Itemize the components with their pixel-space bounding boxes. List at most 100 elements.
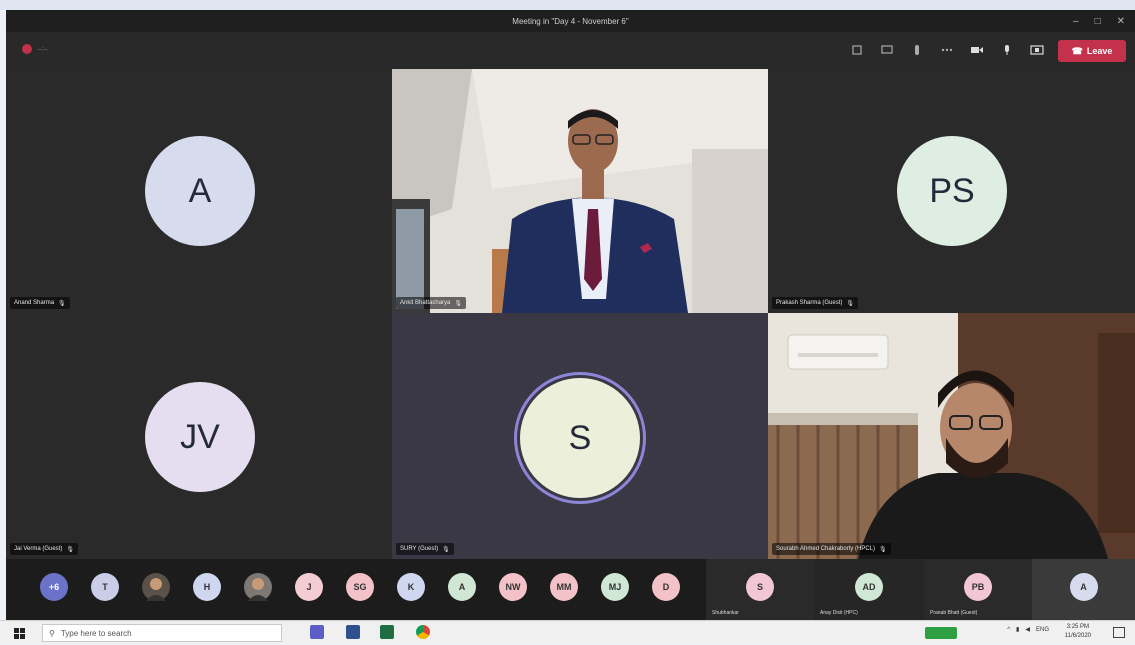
participant-tile[interactable]: A Anand Sharma 🎙: [6, 69, 392, 313]
chrome-app-icon[interactable]: [416, 625, 430, 639]
participant-photo-avatar[interactable]: [244, 573, 272, 601]
participant-avatar[interactable]: J: [295, 573, 323, 601]
title-bar: Meeting in "Day 4 - November 6" – □ ✕: [6, 10, 1135, 32]
participant-video-tile[interactable]: Sourabh Ahmed Chakraborty (HPCL) 🎙: [768, 313, 1135, 559]
participant-avatar[interactable]: A: [448, 573, 476, 601]
participant-avatar: S: [746, 573, 774, 601]
outlook-app-icon[interactable]: [346, 625, 360, 639]
top-margin: [0, 0, 1135, 10]
excel-app-icon[interactable]: [380, 625, 394, 639]
participant-name-label: Ankit Bhattacharya 🎙: [396, 297, 466, 309]
participant-avatar[interactable]: +6: [40, 573, 68, 601]
avatar-initials: S: [756, 582, 763, 592]
close-icon[interactable]: ✕: [1117, 16, 1125, 27]
windows-start-icon[interactable]: [14, 627, 26, 639]
participant-tile-speaking[interactable]: S SURY (Guest) 🎙: [392, 313, 768, 559]
system-tray: ^ ▮ ◀ ENG: [1007, 626, 1049, 634]
mic-icon: 🎙: [454, 300, 462, 307]
hang-up-icon: ☎: [1071, 45, 1083, 56]
camera-icon[interactable]: [969, 42, 985, 58]
avatar-initials: A: [1080, 582, 1087, 592]
participant-strip: +6 T H J SG K A NW MM MJ D S Shubhankar AD Anay Di…: [6, 559, 1135, 620]
participant-name-label: Prakash Sharma (Guest) 🎙: [772, 297, 858, 309]
window-title: Meeting in "Day 4 - November 6": [512, 16, 629, 26]
clock-date: 11/6/2020: [1064, 633, 1091, 639]
leave-button[interactable]: ☎ Leave: [1058, 40, 1126, 62]
avatar-initials: MM: [556, 582, 572, 592]
mic-icon: 🎙: [66, 546, 74, 553]
minimize-icon[interactable]: –: [1073, 16, 1079, 27]
participant-name-label: Sourabh Ahmed Chakraborty (HPCL) 🎙: [772, 543, 891, 555]
more-actions-icon[interactable]: [939, 42, 955, 58]
participant-name: Ankit Bhattacharya: [400, 300, 451, 306]
avatar-initials: S: [568, 418, 592, 457]
participant-cell[interactable]: AD Anay Dixit (HPC): [814, 559, 924, 620]
raise-hand-icon[interactable]: [909, 42, 925, 58]
participant-video: [768, 313, 1135, 559]
maximize-icon[interactable]: □: [1095, 16, 1101, 27]
network-icon[interactable]: ▮: [1016, 626, 1019, 633]
participant-tile[interactable]: JV Jai Verma (Guest) 🎙: [6, 313, 392, 559]
participant-avatar[interactable]: SG: [346, 573, 374, 601]
battery-badge: [925, 627, 957, 639]
taskbar-search-box[interactable]: ⚲ Type here to search: [42, 624, 282, 642]
teams-meeting-window: Meeting in "Day 4 - November 6" – □ ✕ –:…: [0, 0, 1135, 644]
participant-name: Jai Verma (Guest): [14, 546, 63, 552]
mic-icon: 🎙: [846, 300, 854, 307]
avatar-initials: K: [407, 582, 415, 592]
avatar-initials: T: [102, 582, 108, 592]
avatar-initials: A: [188, 171, 212, 210]
participant-name-label: Anand Sharma 🎙: [10, 297, 70, 309]
meeting-toolbar: –:– ☎ Leave: [6, 32, 1135, 69]
participant-name: SURY (Guest): [400, 546, 439, 552]
participant-name: Prakash Sharma (Guest): [776, 300, 843, 306]
windows-taskbar: ⚲ Type here to search ^ ▮ ◀ ENG 3:25 PM …: [0, 620, 1135, 644]
microphone-icon[interactable]: [999, 42, 1015, 58]
participant-avatar: AD: [855, 573, 883, 601]
participant-cell[interactable]: S Shubhankar: [706, 559, 814, 620]
participant-cell[interactable]: A: [1032, 559, 1135, 620]
participant-tile[interactable]: PS Prakash Sharma (Guest) 🎙: [768, 69, 1135, 313]
participant-avatar: JV: [145, 382, 255, 492]
participant-video: [392, 69, 768, 313]
participant-avatar[interactable]: MM: [550, 573, 578, 601]
participant-avatar[interactable]: K: [397, 573, 425, 601]
teams-app-icon[interactable]: [310, 625, 324, 639]
volume-icon[interactable]: ◀: [1025, 626, 1030, 633]
participant-avatar[interactable]: H: [193, 573, 221, 601]
participant-photo-avatar[interactable]: [142, 573, 170, 601]
leave-button-label: Leave: [1086, 46, 1113, 56]
participant-name: Shubhankar: [712, 610, 739, 616]
participant-avatar: PS: [897, 136, 1007, 246]
avatar-initials: SG: [353, 582, 367, 592]
avatar-initials: PS: [929, 171, 975, 210]
chat-icon[interactable]: [879, 42, 895, 58]
participants-icon[interactable]: [849, 42, 865, 58]
avatar-initials: J: [306, 582, 312, 592]
avatar-initials: AD: [862, 582, 876, 592]
participant-avatar[interactable]: T: [91, 573, 119, 601]
participant-avatar[interactable]: NW: [499, 573, 527, 601]
participant-name: Anay Dixit (HPC): [820, 610, 858, 616]
chevron-up-icon[interactable]: ^: [1007, 627, 1010, 633]
participant-avatar[interactable]: D: [652, 573, 680, 601]
taskbar-clock[interactable]: 3:25 PM 11/6/2020: [1065, 623, 1091, 641]
participant-name: Anand Sharma: [14, 300, 55, 306]
language-indicator[interactable]: ENG: [1036, 627, 1049, 633]
participant-avatar: A: [1069, 573, 1098, 601]
participant-cell[interactable]: PB Pranab Bhatt (Guest): [924, 559, 1032, 620]
participant-video-tile[interactable]: Ankit Bhattacharya 🎙: [392, 69, 768, 313]
mic-icon: 🎙: [879, 546, 887, 553]
participant-avatar: A: [145, 136, 255, 246]
participant-avatar[interactable]: MJ: [601, 573, 629, 601]
search-icon: ⚲: [49, 628, 55, 638]
mic-icon: 🎙: [58, 300, 66, 307]
avatar-initials: D: [662, 582, 670, 592]
notifications-icon[interactable]: [1113, 627, 1125, 638]
avatar-initials: H: [203, 582, 211, 592]
participant-name: Sourabh Ahmed Chakraborty (HPCL): [776, 546, 876, 552]
avatar-initials: PB: [971, 582, 985, 592]
share-screen-icon[interactable]: [1029, 42, 1045, 58]
recording-icon: [22, 44, 32, 54]
participant-avatar: S: [520, 378, 640, 498]
